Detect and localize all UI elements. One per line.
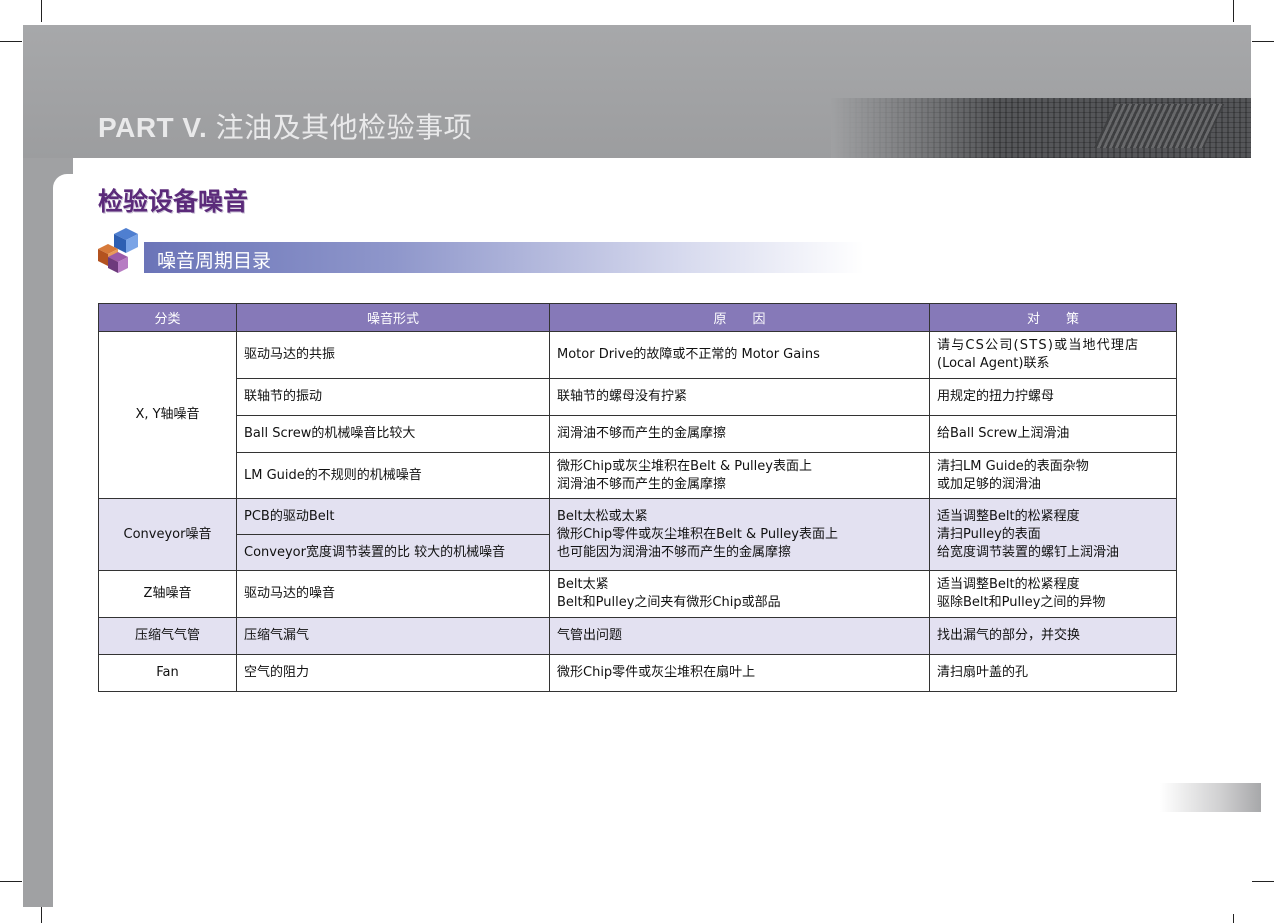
category-cell: Conveyor噪音 <box>98 498 237 571</box>
table-header-row: 分类 噪音形式 原 因 对 策 <box>98 303 1177 332</box>
crop-mark <box>41 905 42 923</box>
action-cell: 用规定的扭力拧螺母 <box>929 378 1177 416</box>
part-label: PART V. <box>98 112 208 143</box>
cubes-icon <box>98 228 138 273</box>
category-cell: Z轴噪音 <box>98 570 237 618</box>
crop-mark <box>1233 0 1234 22</box>
crop-mark <box>0 881 22 882</box>
action-cell: 清扫扇叶盖的孔 <box>929 654 1177 692</box>
noise-form-cell: 驱动马达的共振 <box>236 331 550 379</box>
cause-cell: Belt太紧 Belt和Pulley之间夹有微形Chip或部品 <box>549 570 930 618</box>
cause-cell: 润滑油不够而产生的金属摩擦 <box>549 415 930 453</box>
subsection-title: 噪音周期目录 <box>157 250 272 272</box>
noise-form-cell: 空气的阻力 <box>236 654 550 692</box>
table-row: Conveyor噪音 PCB的驱动Belt Belt太松或太紧 微形Chip零件… <box>98 498 1177 571</box>
category-cell: X, Y轴噪音 <box>98 331 237 499</box>
header-action: 对 策 <box>929 303 1177 332</box>
noise-form-cell: 联轴节的振动 <box>236 378 550 416</box>
table-row: Ball Screw的机械噪音比较大 润滑油不够而产生的金属摩擦 给Ball S… <box>99 415 1177 453</box>
action-cell: 找出漏气的部分，并交换 <box>929 617 1177 655</box>
cause-cell: 联轴节的螺母没有拧紧 <box>549 378 930 416</box>
page-number-tab <box>1160 783 1261 812</box>
category-cell: 压缩气气管 <box>98 617 237 655</box>
section-title: 检验设备噪音 <box>98 187 249 216</box>
cause-cell: 气管出问题 <box>549 617 930 655</box>
crop-mark <box>41 0 42 22</box>
cause-cell: 微形Chip零件或灰尘堆积在扇叶上 <box>549 654 930 692</box>
action-cell: 适当调整Belt的松紧程度 驱除Belt和Pulley之间的异物 <box>929 570 1177 618</box>
noise-table: 分类 噪音形式 原 因 对 策 X, Y轴噪音 驱动马达的共振 Motor Dr… <box>98 303 1177 692</box>
header-noise-form: 噪音形式 <box>236 303 550 332</box>
action-cell: 清扫LM Guide的表面杂物 或加足够的润滑油 <box>929 452 1177 499</box>
header-cause: 原 因 <box>549 303 930 332</box>
table-row: LM Guide的不规则的机械噪音 微形Chip或灰尘堆积在Belt & Pul… <box>99 452 1177 499</box>
table-row: Z轴噪音 驱动马达的噪音 Belt太紧 Belt和Pulley之间夹有微形Chi… <box>98 570 1177 618</box>
action-cell: 给Ball Screw上润滑油 <box>929 415 1177 453</box>
table-row: Fan 空气的阻力 微形Chip零件或灰尘堆积在扇叶上 清扫扇叶盖的孔 <box>98 654 1177 692</box>
header-tab-notch <box>1066 160 1251 176</box>
action-cell: 适当调整Belt的松紧程度 清扫Pulley的表面 给宽度调节装置的螺钉上润滑油 <box>929 498 1177 571</box>
crop-mark <box>1252 881 1274 882</box>
part-title-text: 注油及其他检验事项 <box>215 112 473 143</box>
crop-mark <box>1252 41 1274 42</box>
noise-form-cell: 驱动马达的噪音 <box>236 570 550 618</box>
category-cell: Fan <box>98 654 237 692</box>
noise-form-cell: Conveyor宽度调节装置的比 较大的机械噪音 <box>236 534 550 571</box>
cause-cell: Belt太松或太紧 微形Chip零件或灰尘堆积在Belt & Pulley表面上… <box>549 498 930 571</box>
noise-form-cell: PCB的驱动Belt <box>236 498 550 535</box>
cause-cell: Motor Drive的故障或不正常的 Motor Gains <box>549 331 930 379</box>
header-category: 分类 <box>98 303 237 332</box>
crop-mark <box>0 41 22 42</box>
chip-image <box>1093 104 1225 148</box>
noise-form-cell: 压缩气漏气 <box>236 617 550 655</box>
part-title: PART V. 注油及其他检验事项 <box>98 106 472 146</box>
table-row: 联轴节的振动 联轴节的螺母没有拧紧 用规定的扭力拧螺母 <box>99 378 1177 416</box>
noise-form-cell: Ball Screw的机械噪音比较大 <box>236 415 550 453</box>
table-row: X, Y轴噪音 驱动马达的共振 Motor Drive的故障或不正常的 Moto… <box>98 331 1177 499</box>
table-row: 压缩气气管 压缩气漏气 气管出问题 找出漏气的部分，并交换 <box>98 617 1177 655</box>
action-cell: 请与CS公司(STS)或当地代理店 (Local Agent)联系 <box>929 331 1177 379</box>
cause-cell: 微形Chip或灰尘堆积在Belt & Pulley表面上 润滑油不够而产生的金属… <box>549 452 930 499</box>
noise-form-cell: LM Guide的不规则的机械噪音 <box>236 452 550 499</box>
